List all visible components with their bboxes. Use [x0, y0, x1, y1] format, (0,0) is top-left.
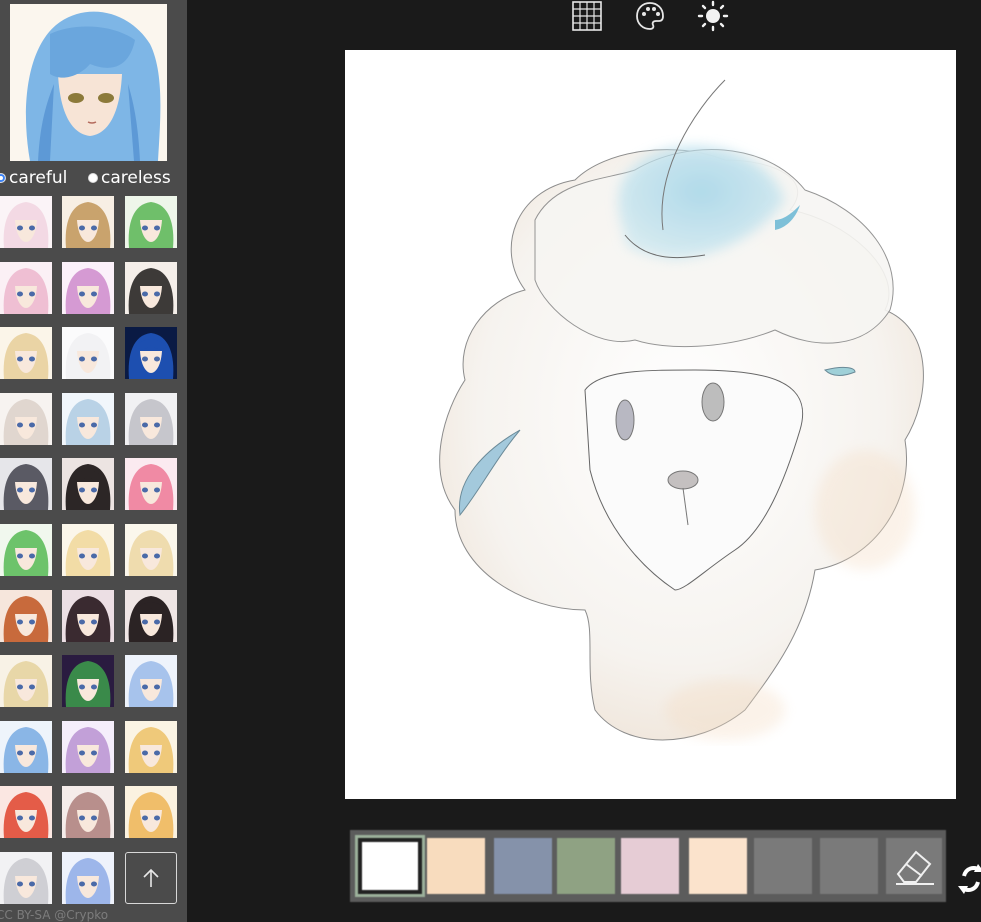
thumbnail-light-blue-hair[interactable]: [62, 392, 114, 445]
thumbnail-image: [62, 655, 114, 708]
color-swatch[interactable]: [820, 838, 878, 894]
thumbnail-blonde-long[interactable]: [125, 524, 177, 576]
mode-careful-option[interactable]: careful: [0, 168, 67, 188]
thumbnail-image: [125, 786, 177, 839]
thumbnail-image: [0, 327, 52, 380]
reference-image[interactable]: [10, 4, 167, 161]
thumbnail-image: [62, 261, 114, 314]
thumbnail-image: [62, 458, 114, 511]
thumbnail-image: [0, 196, 52, 248]
sidebar: careful careless CC BY-SA @Crypko: [0, 0, 187, 922]
thumbnail-dark-pink-bow[interactable]: [62, 589, 114, 642]
thumbnail-image: [62, 196, 114, 248]
thumbnail-image: [62, 392, 114, 445]
thumbnail-white-hair[interactable]: [62, 327, 114, 380]
thumbnail-pink-bright[interactable]: [125, 458, 177, 511]
upload-arrow-icon: [143, 868, 159, 887]
mode-careful-label: careful: [9, 168, 68, 188]
thumbnail-image: [62, 327, 114, 380]
thumbnail-gray-wolf[interactable]: [0, 458, 52, 511]
thumbnail-image: [0, 524, 52, 576]
mode-careless-option[interactable]: careless: [88, 168, 171, 188]
thumbnail-brown-pink[interactable]: [62, 786, 114, 839]
thumbnail-image: [125, 196, 177, 248]
color-swatch[interactable]: [557, 838, 615, 894]
color-swatch[interactable]: [355, 835, 425, 897]
thumbnail-lavender-hair[interactable]: [62, 720, 114, 773]
thumbnail-pink-headphones[interactable]: [0, 261, 52, 314]
mode-careless-label: careless: [101, 168, 171, 188]
thumbnail-blonde-boy[interactable]: [62, 524, 114, 576]
thumbnail-black-red[interactable]: [125, 589, 177, 642]
thumbnail-image: [62, 852, 114, 904]
thumbnail-green-purple-split[interactable]: [62, 655, 114, 708]
eraser-button[interactable]: [890, 842, 938, 890]
color-swatch[interactable]: [494, 838, 552, 894]
thumbnail-orange-smile[interactable]: [0, 589, 52, 642]
thumbnail-silver-hair[interactable]: [125, 392, 177, 445]
thumbnail-image: [0, 655, 52, 708]
thumbnail-black-long-hair[interactable]: [62, 458, 114, 511]
thumbnail-image: [125, 655, 177, 708]
thumbnail-blue-ribbon[interactable]: [62, 852, 114, 904]
palette-icon: [636, 2, 664, 30]
thumbnail-image: [0, 786, 52, 839]
brightness-button[interactable]: [697, 0, 729, 32]
rotate-button[interactable]: [958, 858, 981, 902]
color-swatch[interactable]: [427, 838, 485, 894]
thumbnail-yellow-orange[interactable]: [125, 786, 177, 839]
color-palette: [350, 830, 946, 902]
thumbnail-image: [62, 524, 114, 576]
color-swatch[interactable]: [754, 838, 812, 894]
thumbnail-blonde-headband[interactable]: [0, 655, 52, 708]
credit-text: CC BY-SA @Crypko: [0, 908, 109, 922]
thumbnail-image: [125, 589, 177, 642]
thumbnail-image: [0, 852, 52, 904]
thumbnail-image: [0, 720, 52, 773]
thumbnail-golden-hair[interactable]: [125, 720, 177, 773]
thumbnail-image: [0, 261, 52, 314]
thumbnail-image: [125, 261, 177, 314]
thumbnail-green-short[interactable]: [0, 524, 52, 576]
grid-toggle-button[interactable]: [571, 0, 603, 32]
upload-button[interactable]: [125, 852, 177, 904]
rotate-icon: [958, 864, 981, 894]
mode-selector: careful careless: [0, 168, 187, 190]
thumbnail-image: [0, 589, 52, 642]
thumbnail-dark-short-hair[interactable]: [125, 261, 177, 314]
thumbnail-purple-hair[interactable]: [62, 261, 114, 314]
color-swatch[interactable]: [689, 838, 747, 894]
thumbnail-image: [125, 327, 177, 380]
thumbnail-image: [62, 786, 114, 839]
brightness-icon: [697, 0, 729, 32]
sheep-sketch: [439, 79, 924, 741]
radio-careful[interactable]: [0, 173, 6, 183]
thumbnail-silver-maid[interactable]: [0, 852, 52, 904]
eraser-icon: [896, 850, 934, 885]
thumbnail-image: [62, 589, 114, 642]
thumbnail-platinum-hair[interactable]: [0, 392, 52, 445]
thumbnail-blue-bow[interactable]: [125, 655, 177, 708]
palette-button[interactable]: [634, 0, 666, 32]
radio-careless[interactable]: [88, 173, 98, 183]
thumbnail-green-hair[interactable]: [125, 196, 177, 248]
thumbnail-image: [125, 720, 177, 773]
thumbnail-blue-glow[interactable]: [125, 327, 177, 380]
thumbnail-image: [125, 458, 177, 511]
anime-portrait-image: [10, 4, 167, 161]
thumbnail-image: [0, 392, 52, 445]
thumbnail-pink-hair[interactable]: [0, 196, 52, 248]
thumbnail-image: [62, 720, 114, 773]
thumbnail-red-hair[interactable]: [0, 786, 52, 839]
thumbnail-image: [125, 392, 177, 445]
color-swatch[interactable]: [621, 838, 679, 894]
drawing-canvas[interactable]: [345, 50, 956, 799]
grid-icon: [572, 1, 602, 31]
thumbnail-blonde-cat-ears[interactable]: [62, 196, 114, 248]
thumbnail-image: [0, 458, 52, 511]
thumbnail-blonde-fox-ears[interactable]: [0, 327, 52, 380]
thumbnail-image: [125, 524, 177, 576]
thumbnail-blue-hair[interactable]: [0, 720, 52, 773]
